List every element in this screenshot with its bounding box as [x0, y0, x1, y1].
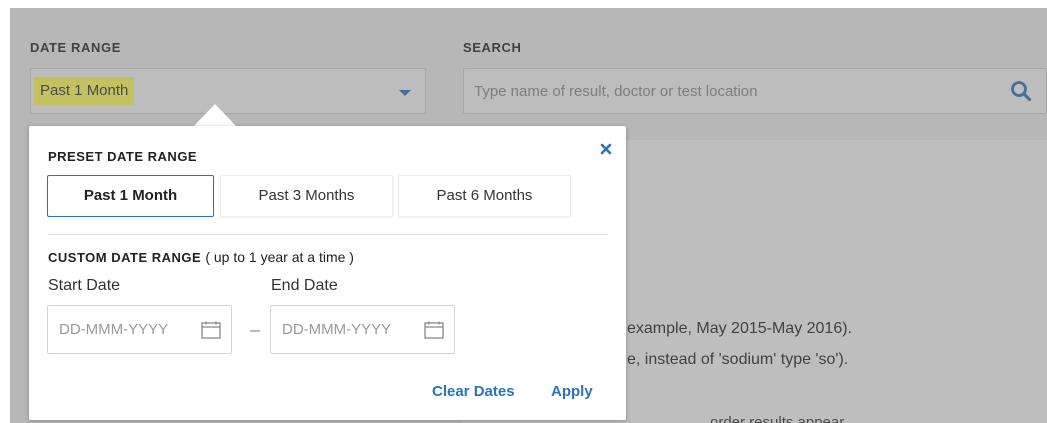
- clear-dates-button[interactable]: Clear Dates: [432, 383, 515, 400]
- calendar-icon[interactable]: [201, 321, 221, 339]
- preset-past-1-month[interactable]: Past 1 Month: [47, 175, 214, 217]
- popover-arrow: [193, 104, 237, 127]
- date-range-popover: PRESET DATE RANGE Past 1 Month Past 3 Mo…: [29, 126, 626, 420]
- end-date-input[interactable]: [282, 306, 412, 353]
- range-dash: [250, 330, 260, 332]
- calendar-icon[interactable]: [424, 321, 444, 339]
- divider: [48, 234, 607, 235]
- preset-heading: PRESET DATE RANGE: [48, 149, 198, 164]
- preset-past-6-months[interactable]: Past 6 Months: [398, 175, 571, 217]
- custom-note: ( up to 1 year at a time ): [205, 249, 354, 265]
- apply-button[interactable]: Apply: [551, 383, 593, 400]
- custom-heading: CUSTOM DATE RANGE ( up to 1 year at a ti…: [48, 249, 354, 265]
- custom-heading-text: CUSTOM DATE RANGE: [48, 250, 202, 265]
- close-icon[interactable]: [599, 142, 613, 156]
- end-date-label: End Date: [271, 277, 338, 294]
- start-date-label: Start Date: [48, 277, 121, 294]
- start-date-input[interactable]: [59, 306, 189, 353]
- end-date-field[interactable]: [270, 305, 455, 354]
- start-date-field[interactable]: [47, 305, 232, 354]
- preset-past-3-months[interactable]: Past 3 Months: [220, 175, 393, 217]
